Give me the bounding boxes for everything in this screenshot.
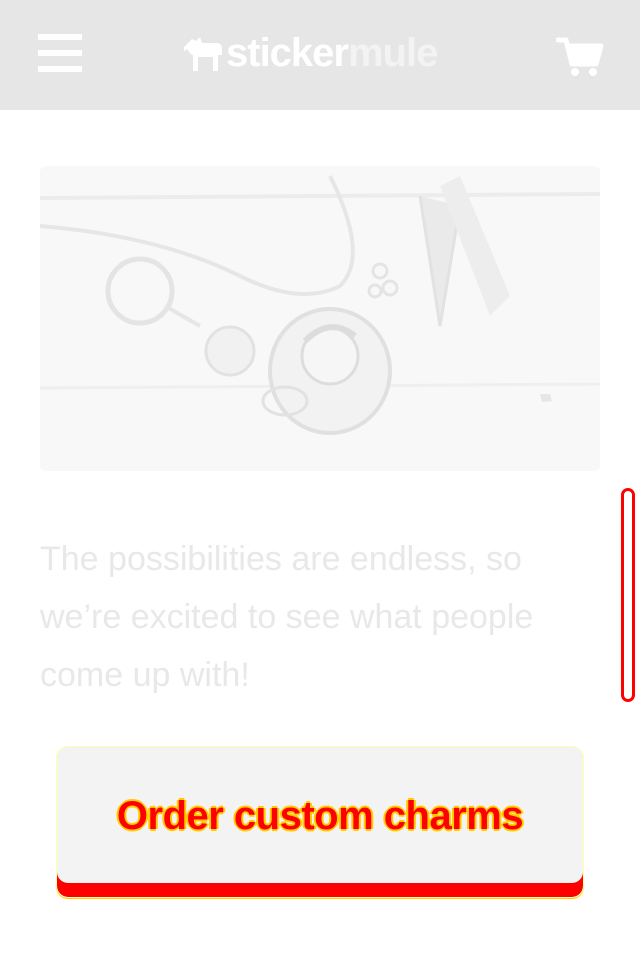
hamburger-menu-icon[interactable] [38, 34, 82, 72]
shopping-cart-icon[interactable] [556, 36, 604, 78]
charms-photo [40, 166, 600, 471]
hero-image [40, 166, 600, 471]
site-header: stickermule [0, 0, 640, 110]
logo-text-sticker: sticker [226, 31, 349, 75]
logo-text-mule: mule [347, 31, 438, 75]
logo-wordmark: stickermule [226, 30, 438, 76]
stickermule-logo[interactable]: stickermule [180, 30, 438, 76]
order-custom-charms-button[interactable]: Order custom charms [56, 746, 584, 898]
order-button-label: Order custom charms [116, 793, 524, 838]
body-paragraph: The possibilities are endless, so we’re … [40, 540, 534, 694]
mule-icon [184, 37, 222, 71]
scrollbar[interactable] [621, 488, 635, 702]
